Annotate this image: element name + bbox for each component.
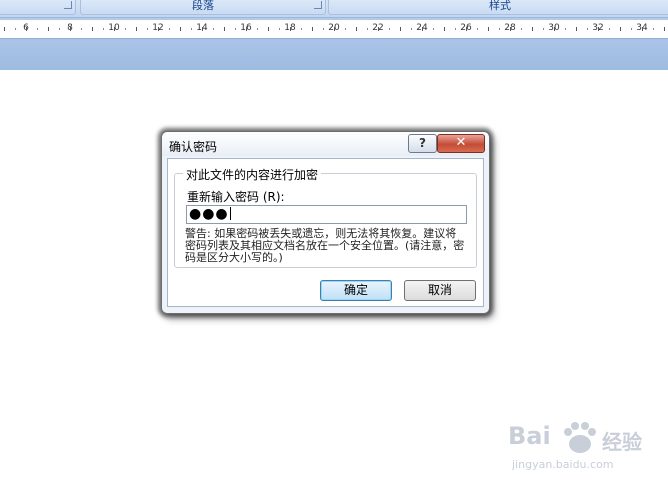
ok-button-label: 确定 (343, 283, 368, 297)
paw-icon (564, 422, 596, 453)
ruler-tick (312, 27, 313, 31)
encrypt-groupbox: 对此文件的内容进行加密 重新输入密码 (R): ●●● 警告: 如果密码被丢失或… (174, 166, 477, 268)
help-button[interactable]: ? (408, 134, 437, 153)
ruler-tick (202, 27, 203, 31)
ruler-tick (114, 27, 115, 31)
ruler-tick (367, 28, 368, 30)
password-input[interactable]: ●●● (186, 205, 467, 224)
ruler-tick (609, 28, 610, 30)
ruler-tick (587, 28, 588, 30)
ruler-tick (389, 28, 390, 30)
ruler-tick (301, 28, 302, 30)
ruler-tick (180, 27, 181, 31)
ruler-tick (521, 28, 522, 30)
ruler-tick (422, 27, 423, 31)
ruler-tick (334, 27, 335, 31)
dialog-title: 确认密码 (169, 140, 218, 154)
ribbon-group-styles: 样式 (328, 0, 668, 15)
ruler-tick (532, 27, 533, 31)
ruler-tick (246, 27, 247, 31)
group-label: 对此文件的内容进行加密 (183, 166, 322, 183)
ruler-tick (81, 28, 82, 30)
ruler-tick (653, 28, 654, 30)
ribbon-group-styles-label: 样式 (489, 0, 511, 12)
horizontal-ruler[interactable]: 6810121416182022242628303234 (0, 20, 668, 39)
ruler-tick (378, 27, 379, 31)
ribbon-group-paragraph-label: 段落 (192, 0, 214, 12)
ruler-tick (411, 28, 412, 30)
ruler-tick (356, 27, 357, 31)
close-button[interactable]: ✕ (437, 134, 485, 153)
cancel-button[interactable]: 取消 (404, 280, 476, 301)
ruler-tick (224, 27, 225, 31)
ruler-area: 6810121416182022242628303234 (0, 18, 668, 70)
ruler-tick (323, 28, 324, 30)
ruler-tick (279, 28, 280, 30)
ok-button[interactable]: 确定 (320, 280, 392, 301)
ruler-tick (554, 27, 555, 31)
ruler-tick (488, 27, 489, 31)
ruler-tick (631, 28, 632, 30)
ruler-tick (268, 27, 269, 31)
ruler-tick (48, 27, 49, 31)
ruler-tick (433, 28, 434, 30)
ruler-tick (576, 27, 577, 31)
dialog-body: 对此文件的内容进行加密 重新输入密码 (R): ●●● 警告: 如果密码被丢失或… (167, 158, 484, 307)
ruler-tick (565, 28, 566, 30)
ruler-tick (147, 28, 148, 30)
dialog-launcher-icon[interactable] (314, 1, 322, 9)
ruler-tick (191, 28, 192, 30)
confirm-password-dialog: 确认密码 ? ✕ 对此文件的内容进行加密 重新输入密码 (R): ●●● 警告:… (161, 131, 490, 314)
ruler-tick (543, 28, 544, 30)
ruler-tick (290, 27, 291, 31)
ruler-tick (158, 27, 159, 31)
text-caret (229, 207, 231, 220)
ruler-tick (257, 28, 258, 30)
ruler-tick (620, 27, 621, 31)
ruler-tick (664, 27, 665, 31)
dialog-titlebar[interactable]: 确认密码 ? ✕ (162, 132, 489, 156)
ruler-tick (213, 28, 214, 30)
ribbon-group-paragraph: 段落 (80, 0, 326, 15)
cancel-button-label: 取消 (427, 283, 452, 297)
ruler-tick (103, 28, 104, 30)
ruler-tick (125, 28, 126, 30)
reenter-password-label: 重新输入密码 (R): (187, 190, 285, 204)
warning-text: 警告: 如果密码被丢失或遗忘，则无法将其恢复。建议将密码列表及其相应文档名放在一… (185, 227, 465, 264)
ruler-tick (466, 27, 467, 31)
watermark-url: jingyan.baidu.com (512, 458, 614, 471)
watermark: Bai 经验 jingyan.baidu.com (508, 418, 648, 480)
ruler-tick (26, 27, 27, 31)
ruler-tick (499, 28, 500, 30)
watermark-brand: 经验 (602, 430, 642, 454)
ruler-tick (15, 28, 16, 30)
close-icon: ✕ (455, 135, 467, 150)
ribbon-group-strip: 段落 样式 (0, 0, 668, 18)
ruler-tick (477, 28, 478, 30)
ruler-tick (510, 27, 511, 31)
ruler-tick (70, 27, 71, 31)
ruler-tick (59, 28, 60, 30)
ruler-tick (345, 28, 346, 30)
ruler-tick (37, 28, 38, 30)
ruler-tick (4, 27, 5, 31)
help-icon: ? (419, 136, 426, 150)
ruler-tick (235, 28, 236, 30)
ruler-tick (136, 27, 137, 31)
ruler-tick (169, 28, 170, 30)
ruler-tick (642, 27, 643, 31)
ruler-tick (455, 28, 456, 30)
watermark-logo: Bai (508, 422, 551, 450)
password-mask: ●●● (189, 206, 229, 222)
ribbon-group-font (0, 0, 76, 15)
ruler-tick (598, 27, 599, 31)
ruler-tick (444, 27, 445, 31)
ruler-tick (400, 27, 401, 31)
ruler-tick (92, 27, 93, 31)
dialog-launcher-icon[interactable] (64, 1, 72, 9)
